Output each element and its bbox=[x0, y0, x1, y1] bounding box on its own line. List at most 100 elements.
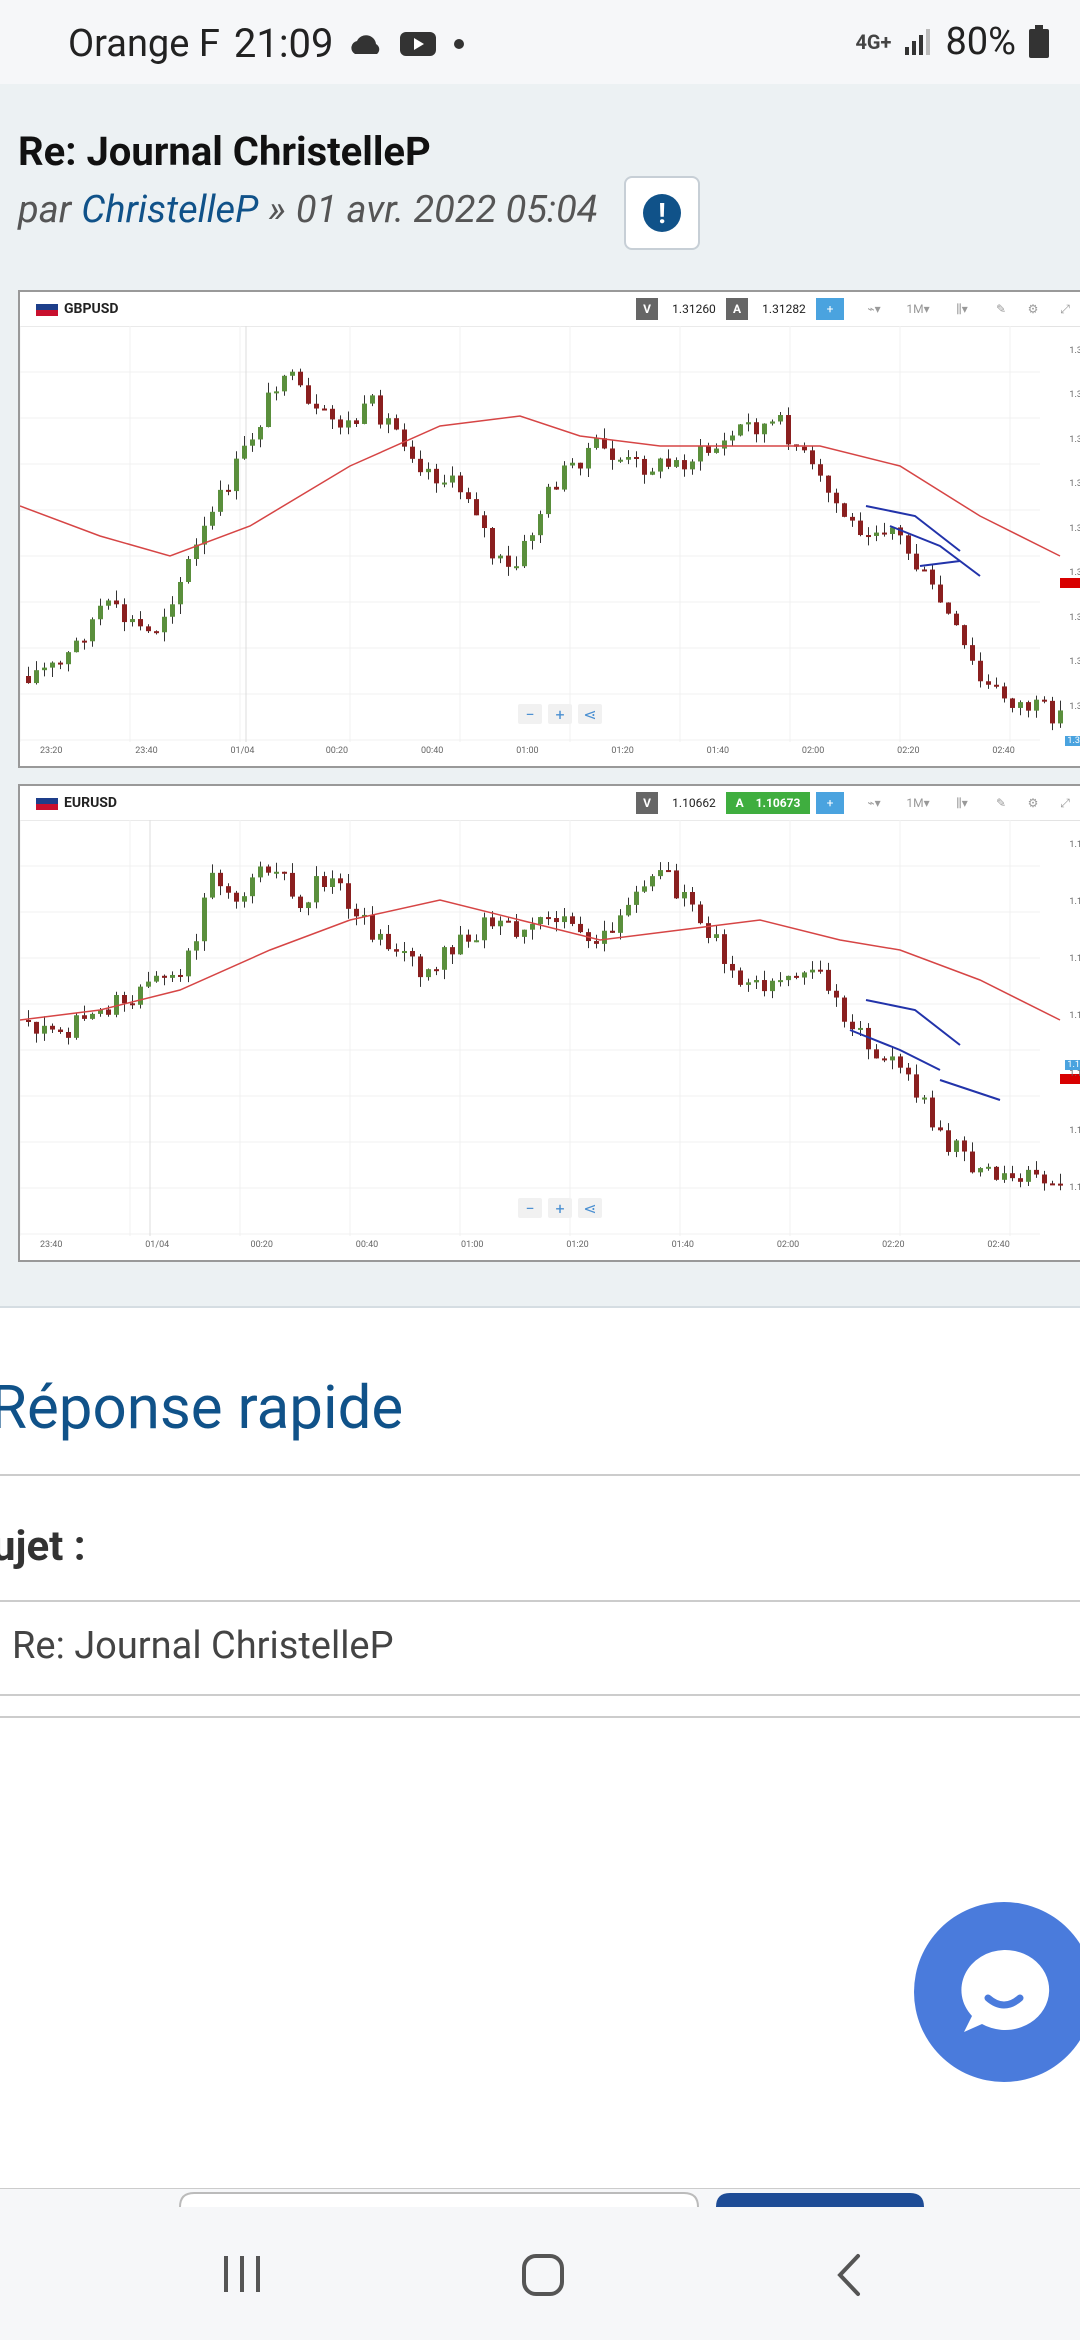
symbol-label: EURUSD bbox=[64, 795, 118, 811]
time-tick: 00:40 bbox=[420, 746, 444, 756]
post-container: Re: Journal ChristelleP par ChristelleP … bbox=[0, 84, 1080, 1308]
time-tick: 01/04 bbox=[145, 1240, 170, 1250]
crosshair-icon: + bbox=[816, 298, 844, 320]
bid-price: 1.10662 bbox=[672, 796, 716, 810]
time-tick: 01:40 bbox=[706, 746, 730, 756]
divider bbox=[0, 1474, 1080, 1476]
recent-apps-icon[interactable] bbox=[220, 2254, 266, 2294]
zoom-controls: − + ⋖ bbox=[518, 1198, 602, 1218]
chat-button[interactable] bbox=[914, 1902, 1080, 2082]
time-tick: 01:40 bbox=[671, 1240, 694, 1250]
time-tick: 23:20 bbox=[40, 746, 63, 756]
time-tick: 01:00 bbox=[516, 746, 539, 756]
flag-icon bbox=[36, 304, 58, 316]
draw-icon: ✎ bbox=[995, 796, 1007, 810]
quick-reply-heading: Réponse rapide bbox=[0, 1372, 404, 1443]
post-title: Re: Journal ChristelleP bbox=[18, 128, 431, 175]
candles-icon: ⫼▾ bbox=[956, 795, 968, 810]
expand-icon: ⤢ bbox=[1060, 795, 1070, 810]
current-price-badge: 1.312 bbox=[1065, 736, 1080, 746]
sell-badge: V bbox=[636, 298, 658, 320]
price-tick: 1.106 bbox=[1069, 1068, 1080, 1079]
price-tick: 1.314 bbox=[1069, 523, 1080, 534]
time-tick: 01:20 bbox=[566, 1240, 589, 1250]
zoom-in-icon: + bbox=[548, 1198, 572, 1218]
chart-type-icon: ⌁▾ bbox=[867, 796, 881, 810]
reply-button-stub bbox=[0, 2188, 1080, 2209]
time-tick: 02:20 bbox=[897, 746, 920, 756]
share-icon: ⋖ bbox=[578, 1198, 602, 1218]
time-tick: 02:00 bbox=[776, 1240, 800, 1250]
draw-icon: ✎ bbox=[995, 302, 1007, 316]
system-nav-bar bbox=[0, 2208, 1080, 2340]
share-icon: ⋖ bbox=[578, 704, 602, 724]
price-axis: 1.1071.1071.1071.1061.1061.1061.1061.106 bbox=[1056, 820, 1080, 1240]
price-tick: 1.106 bbox=[1069, 1182, 1080, 1193]
clock: 21:09 bbox=[233, 20, 334, 67]
interval-select: 1M ▾ bbox=[906, 796, 930, 810]
divider bbox=[0, 1716, 1080, 1718]
time-tick: 23:40 bbox=[135, 746, 158, 756]
post-by-label: par bbox=[18, 188, 72, 232]
report-button[interactable]: ! bbox=[624, 176, 700, 250]
time-tick: 00:40 bbox=[355, 1240, 379, 1250]
buy-badge: A 1.10673 bbox=[726, 792, 810, 814]
time-tick: 23:40 bbox=[40, 1240, 63, 1250]
date-separator: » bbox=[268, 188, 286, 232]
price-tick: 1.312 bbox=[1069, 701, 1080, 712]
candles-icon: ⫼▾ bbox=[956, 301, 968, 316]
zoom-out-icon: − bbox=[518, 704, 542, 724]
time-tick: 02:40 bbox=[987, 1240, 1010, 1250]
home-icon[interactable] bbox=[520, 2252, 566, 2298]
chat-bubble-icon bbox=[961, 1949, 1050, 2032]
zoom-controls: − + ⋖ bbox=[518, 704, 602, 724]
time-axis: 23:40 01/04 00:20 00:40 01:00 01:20 01:40 02:00… bbox=[20, 1236, 1080, 1260]
expand-icon: ⤢ bbox=[1060, 301, 1070, 316]
zoom-out-icon: − bbox=[518, 1198, 542, 1218]
price-tick: 1.107 bbox=[1069, 954, 1080, 965]
price-tick: 1.313 bbox=[1069, 657, 1080, 668]
buy-badge: A bbox=[726, 298, 748, 320]
price-tick: 1.315 bbox=[1069, 346, 1080, 356]
flag-icon bbox=[36, 798, 58, 810]
time-tick: 01:20 bbox=[611, 746, 634, 756]
time-tick: 00:20 bbox=[250, 1240, 273, 1250]
time-tick: 02:40 bbox=[992, 746, 1015, 756]
gear-icon: ⚙ bbox=[1027, 302, 1039, 316]
chart-toolbar: GBPUSD V 1.31260 A 1.31282 + ⌁▾ 1M ▾ ⫼▾ ✎… bbox=[20, 292, 1080, 327]
candlestick-chart bbox=[20, 820, 1080, 1236]
price-tick: 1.107 bbox=[1069, 840, 1080, 850]
sell-badge: V bbox=[636, 792, 658, 814]
carrier-label: Orange F bbox=[68, 21, 220, 66]
time-tick: 02:00 bbox=[801, 746, 825, 756]
subject-input[interactable]: Re: Journal ChristelleP bbox=[0, 1600, 1080, 1696]
price-axis: 1.315 1.314 1.314 1.314 1.314 1.313 1.313 1.313… bbox=[1056, 326, 1080, 746]
status-bar: Orange F 21:09 4G+ 80% bbox=[0, 0, 1080, 84]
battery-percent: 80% bbox=[945, 20, 1016, 64]
youtube-icon bbox=[400, 31, 437, 56]
ask-price: 1.31282 bbox=[762, 302, 806, 316]
signal-icon bbox=[905, 29, 931, 55]
dot-icon bbox=[454, 38, 465, 49]
time-tick: 00:20 bbox=[325, 746, 349, 756]
price-tick: 1.314 bbox=[1069, 434, 1080, 445]
network-type: 4G+ bbox=[855, 30, 892, 54]
candlestick-chart bbox=[20, 326, 1080, 742]
price-tick: 1.106 bbox=[1069, 1011, 1080, 1022]
time-tick: 01:00 bbox=[461, 1240, 484, 1250]
symbol-label: GBPUSD bbox=[64, 301, 119, 317]
chart-image-gbpusd[interactable]: GBPUSD V 1.31260 A 1.31282 + ⌁▾ 1M ▾ ⫼▾ ✎… bbox=[18, 290, 1080, 768]
time-tick: 02:20 bbox=[882, 1240, 905, 1250]
price-tick: 1.313 bbox=[1069, 612, 1080, 623]
post-author-link[interactable]: ChristelleP bbox=[81, 188, 258, 232]
price-tick: 1.314 bbox=[1069, 479, 1080, 490]
battery-icon bbox=[1029, 25, 1049, 58]
chart-toolbar: EURUSD V 1.10662 A 1.10673 + ⌁▾ 1M ▾ ⫼▾ ✎ … bbox=[20, 786, 1080, 821]
chart-image-eurusd[interactable]: EURUSD V 1.10662 A 1.10673 + ⌁▾ 1M ▾ ⫼▾ ✎ … bbox=[18, 784, 1080, 1262]
price-tick: 1.313 bbox=[1069, 568, 1080, 579]
current-price-badge: 1.106 bbox=[1065, 1060, 1080, 1070]
price-tick: 1.314 bbox=[1069, 390, 1080, 401]
chart-type-icon: ⌁▾ bbox=[867, 302, 881, 316]
back-icon[interactable] bbox=[830, 2252, 870, 2298]
post-meta: par ChristelleP » 01 avr. 2022 05:04 bbox=[18, 188, 598, 232]
